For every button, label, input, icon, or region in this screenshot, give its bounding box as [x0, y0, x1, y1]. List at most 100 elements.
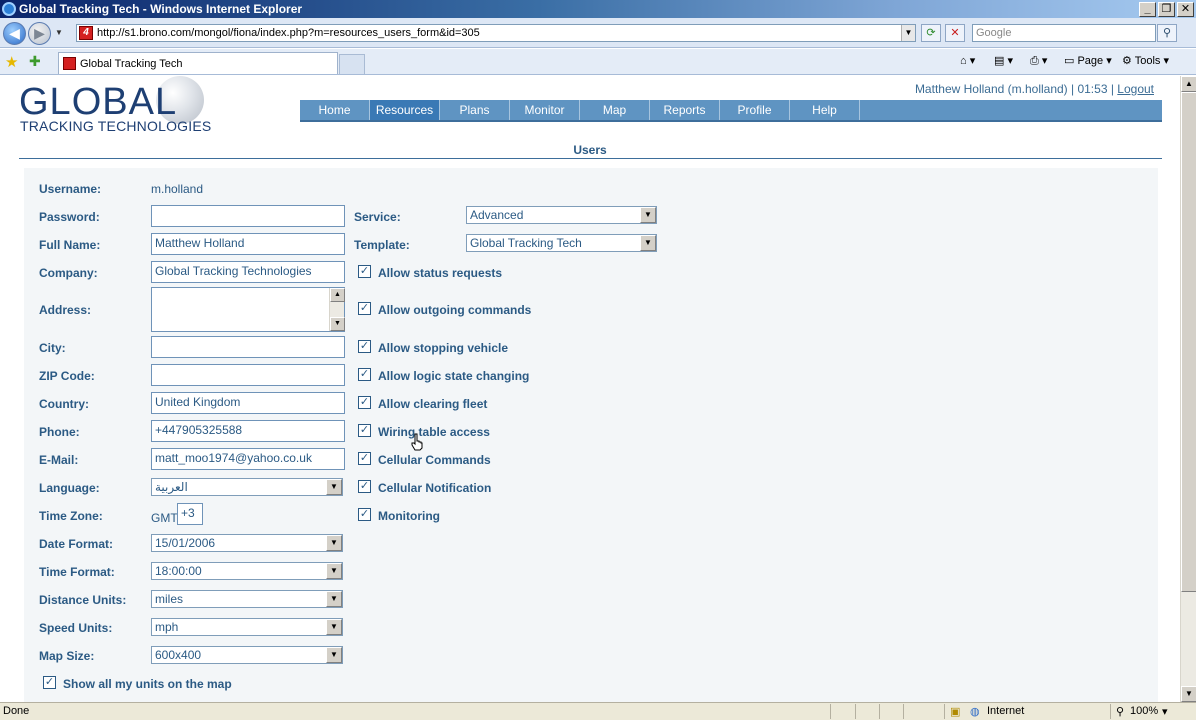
company-field[interactable]: Global Tracking Technologies: [151, 261, 345, 283]
permission-checkbox-wiring-table[interactable]: ✓: [358, 424, 371, 437]
page-menu[interactable]: ▭ Page ▾: [1064, 54, 1112, 67]
scroll-down-icon[interactable]: ▼: [330, 317, 345, 331]
tab-global-tracking-tech[interactable]: Global Tracking Tech: [58, 52, 338, 74]
address-scrollbar[interactable]: ▲ ▼: [329, 288, 345, 331]
chevron-down-icon[interactable]: ▼: [640, 235, 656, 251]
nav-home[interactable]: Home: [300, 100, 370, 120]
search-icon[interactable]: ⚲: [1157, 24, 1177, 42]
address-textarea[interactable]: ▲ ▼: [151, 287, 345, 332]
hand-cursor-icon: [411, 433, 423, 451]
email-label: E-Mail:: [39, 453, 79, 467]
service-label: Service:: [354, 210, 401, 224]
permission-checkbox-monitoring[interactable]: ✓: [358, 508, 371, 521]
stop-button[interactable]: ✕: [945, 24, 965, 42]
status-divider: [879, 704, 880, 719]
tools-menu-label: Tools: [1134, 55, 1161, 67]
url-dropdown-icon[interactable]: ▼: [901, 25, 915, 41]
distance-label: Distance Units:: [39, 593, 127, 607]
permission-checkbox-logic-state[interactable]: ✓: [358, 368, 371, 381]
zip-field[interactable]: [151, 364, 345, 386]
scroll-up-icon[interactable]: ▲: [330, 288, 345, 302]
timeformat-select[interactable]: 18:00:00 ▼: [151, 562, 343, 580]
tools-menu[interactable]: ⚙ Tools ▾: [1122, 54, 1169, 67]
back-button[interactable]: ◀: [3, 22, 26, 45]
user-info-text: Matthew Holland (m.holland) | 01:53 |: [914, 82, 1114, 96]
scroll-up-icon[interactable]: ▲: [1181, 76, 1196, 92]
window-title: Global Tracking Tech - Windows Internet …: [19, 2, 303, 16]
permission-checkbox-cellular-commands[interactable]: ✓: [358, 452, 371, 465]
nav-resources[interactable]: Resources: [370, 100, 440, 120]
chevron-down-icon[interactable]: ▼: [326, 535, 342, 551]
permission-checkbox-status-requests[interactable]: ✓: [358, 265, 371, 278]
timeformat-label: Time Format:: [39, 565, 115, 579]
chevron-down-icon[interactable]: ▼: [640, 207, 656, 223]
chevron-down-icon[interactable]: ▼: [326, 563, 342, 579]
speed-select[interactable]: mph ▼: [151, 618, 343, 636]
showunits-checkbox[interactable]: ✓: [43, 676, 56, 689]
password-field[interactable]: [151, 205, 345, 227]
distance-select[interactable]: miles ▼: [151, 590, 343, 608]
scrollbar-thumb[interactable]: [1181, 92, 1196, 592]
permission-checkbox-clearing-fleet[interactable]: ✓: [358, 396, 371, 409]
city-field[interactable]: [151, 336, 345, 358]
print-icon[interactable]: ⎙ ▾: [1030, 54, 1047, 68]
country-field[interactable]: United Kingdom: [151, 392, 345, 414]
permission-checkbox-cellular-notification[interactable]: ✓: [358, 480, 371, 493]
ie-logo-icon: [2, 2, 16, 16]
permission-label: Allow logic state changing: [378, 369, 530, 383]
window-titlebar: Global Tracking Tech - Windows Internet …: [0, 0, 1196, 18]
history-dropdown-icon[interactable]: ▼: [55, 28, 63, 37]
nav-monitor[interactable]: Monitor: [510, 100, 580, 120]
new-tab-button[interactable]: [339, 54, 365, 74]
permission-checkbox-stopping-vehicle[interactable]: ✓: [358, 340, 371, 353]
home-icon[interactable]: ⌂ ▾: [960, 54, 975, 67]
zoom-level[interactable]: 100%: [1130, 705, 1158, 717]
protected-mode-icon[interactable]: ▣: [950, 705, 960, 718]
chevron-down-icon[interactable]: ▼: [326, 591, 342, 607]
logo-sub-text: TRACKING TECHNOLOGIES: [20, 118, 212, 134]
feeds-icon[interactable]: ▤ ▾: [994, 54, 1013, 67]
service-select[interactable]: Advanced ▼: [466, 206, 657, 224]
nav-plans[interactable]: Plans: [440, 100, 510, 120]
chevron-down-icon[interactable]: ▼: [326, 647, 342, 663]
restore-button[interactable]: ❐: [1158, 1, 1175, 17]
scroll-down-icon[interactable]: ▼: [1181, 686, 1196, 702]
user-info: Matthew Holland (m.holland) | 01:53 | Lo…: [915, 82, 1154, 96]
template-value: Global Tracking Tech: [470, 236, 582, 250]
mapsize-select[interactable]: 600x400 ▼: [151, 646, 343, 664]
favorites-star-icon[interactable]: ★: [5, 53, 18, 71]
fullname-field[interactable]: Matthew Holland: [151, 233, 345, 255]
chevron-down-icon[interactable]: ▼: [326, 619, 342, 635]
logout-link[interactable]: Logout: [1117, 82, 1154, 96]
zoom-icon[interactable]: ⚲: [1116, 705, 1124, 718]
page-scrollbar[interactable]: ▲ ▼: [1180, 76, 1196, 702]
password-label: Password:: [39, 210, 100, 224]
forward-button[interactable]: ▶: [28, 22, 51, 45]
language-select[interactable]: العربية ▼: [151, 478, 343, 496]
chevron-down-icon[interactable]: ▼: [326, 479, 342, 495]
add-favorite-icon[interactable]: ✚: [29, 53, 41, 70]
tab-title: Global Tracking Tech: [80, 57, 183, 70]
url-field[interactable]: 4 http://s1.brono.com/mongol/fiona/index…: [76, 24, 916, 42]
minimize-button[interactable]: _: [1139, 1, 1156, 17]
status-divider: [830, 704, 831, 719]
zoom-dropdown-icon[interactable]: ▾: [1162, 705, 1168, 718]
nav-help[interactable]: Help: [790, 100, 860, 120]
timezone-field[interactable]: +3: [177, 503, 203, 525]
site-favicon-icon: 4: [79, 26, 93, 40]
page-menu-label: Page: [1077, 55, 1104, 67]
nav-profile[interactable]: Profile: [720, 100, 790, 120]
close-window-button[interactable]: ✕: [1177, 1, 1194, 17]
search-input[interactable]: Google: [972, 24, 1156, 42]
template-select[interactable]: Global Tracking Tech ▼: [466, 234, 657, 252]
refresh-button[interactable]: ⟳: [921, 24, 941, 42]
phone-field[interactable]: +447905325588: [151, 420, 345, 442]
zip-label: ZIP Code:: [39, 369, 95, 383]
nav-map[interactable]: Map: [580, 100, 650, 120]
email-field[interactable]: matt_moo1974@yahoo.co.uk: [151, 448, 345, 470]
permission-checkbox-outgoing-commands[interactable]: ✓: [358, 302, 371, 315]
showunits-label: Show all my units on the map: [63, 677, 232, 691]
dateformat-select[interactable]: 15/01/2006 ▼: [151, 534, 343, 552]
nav-reports[interactable]: Reports: [650, 100, 720, 120]
address-label: Address:: [39, 303, 92, 317]
